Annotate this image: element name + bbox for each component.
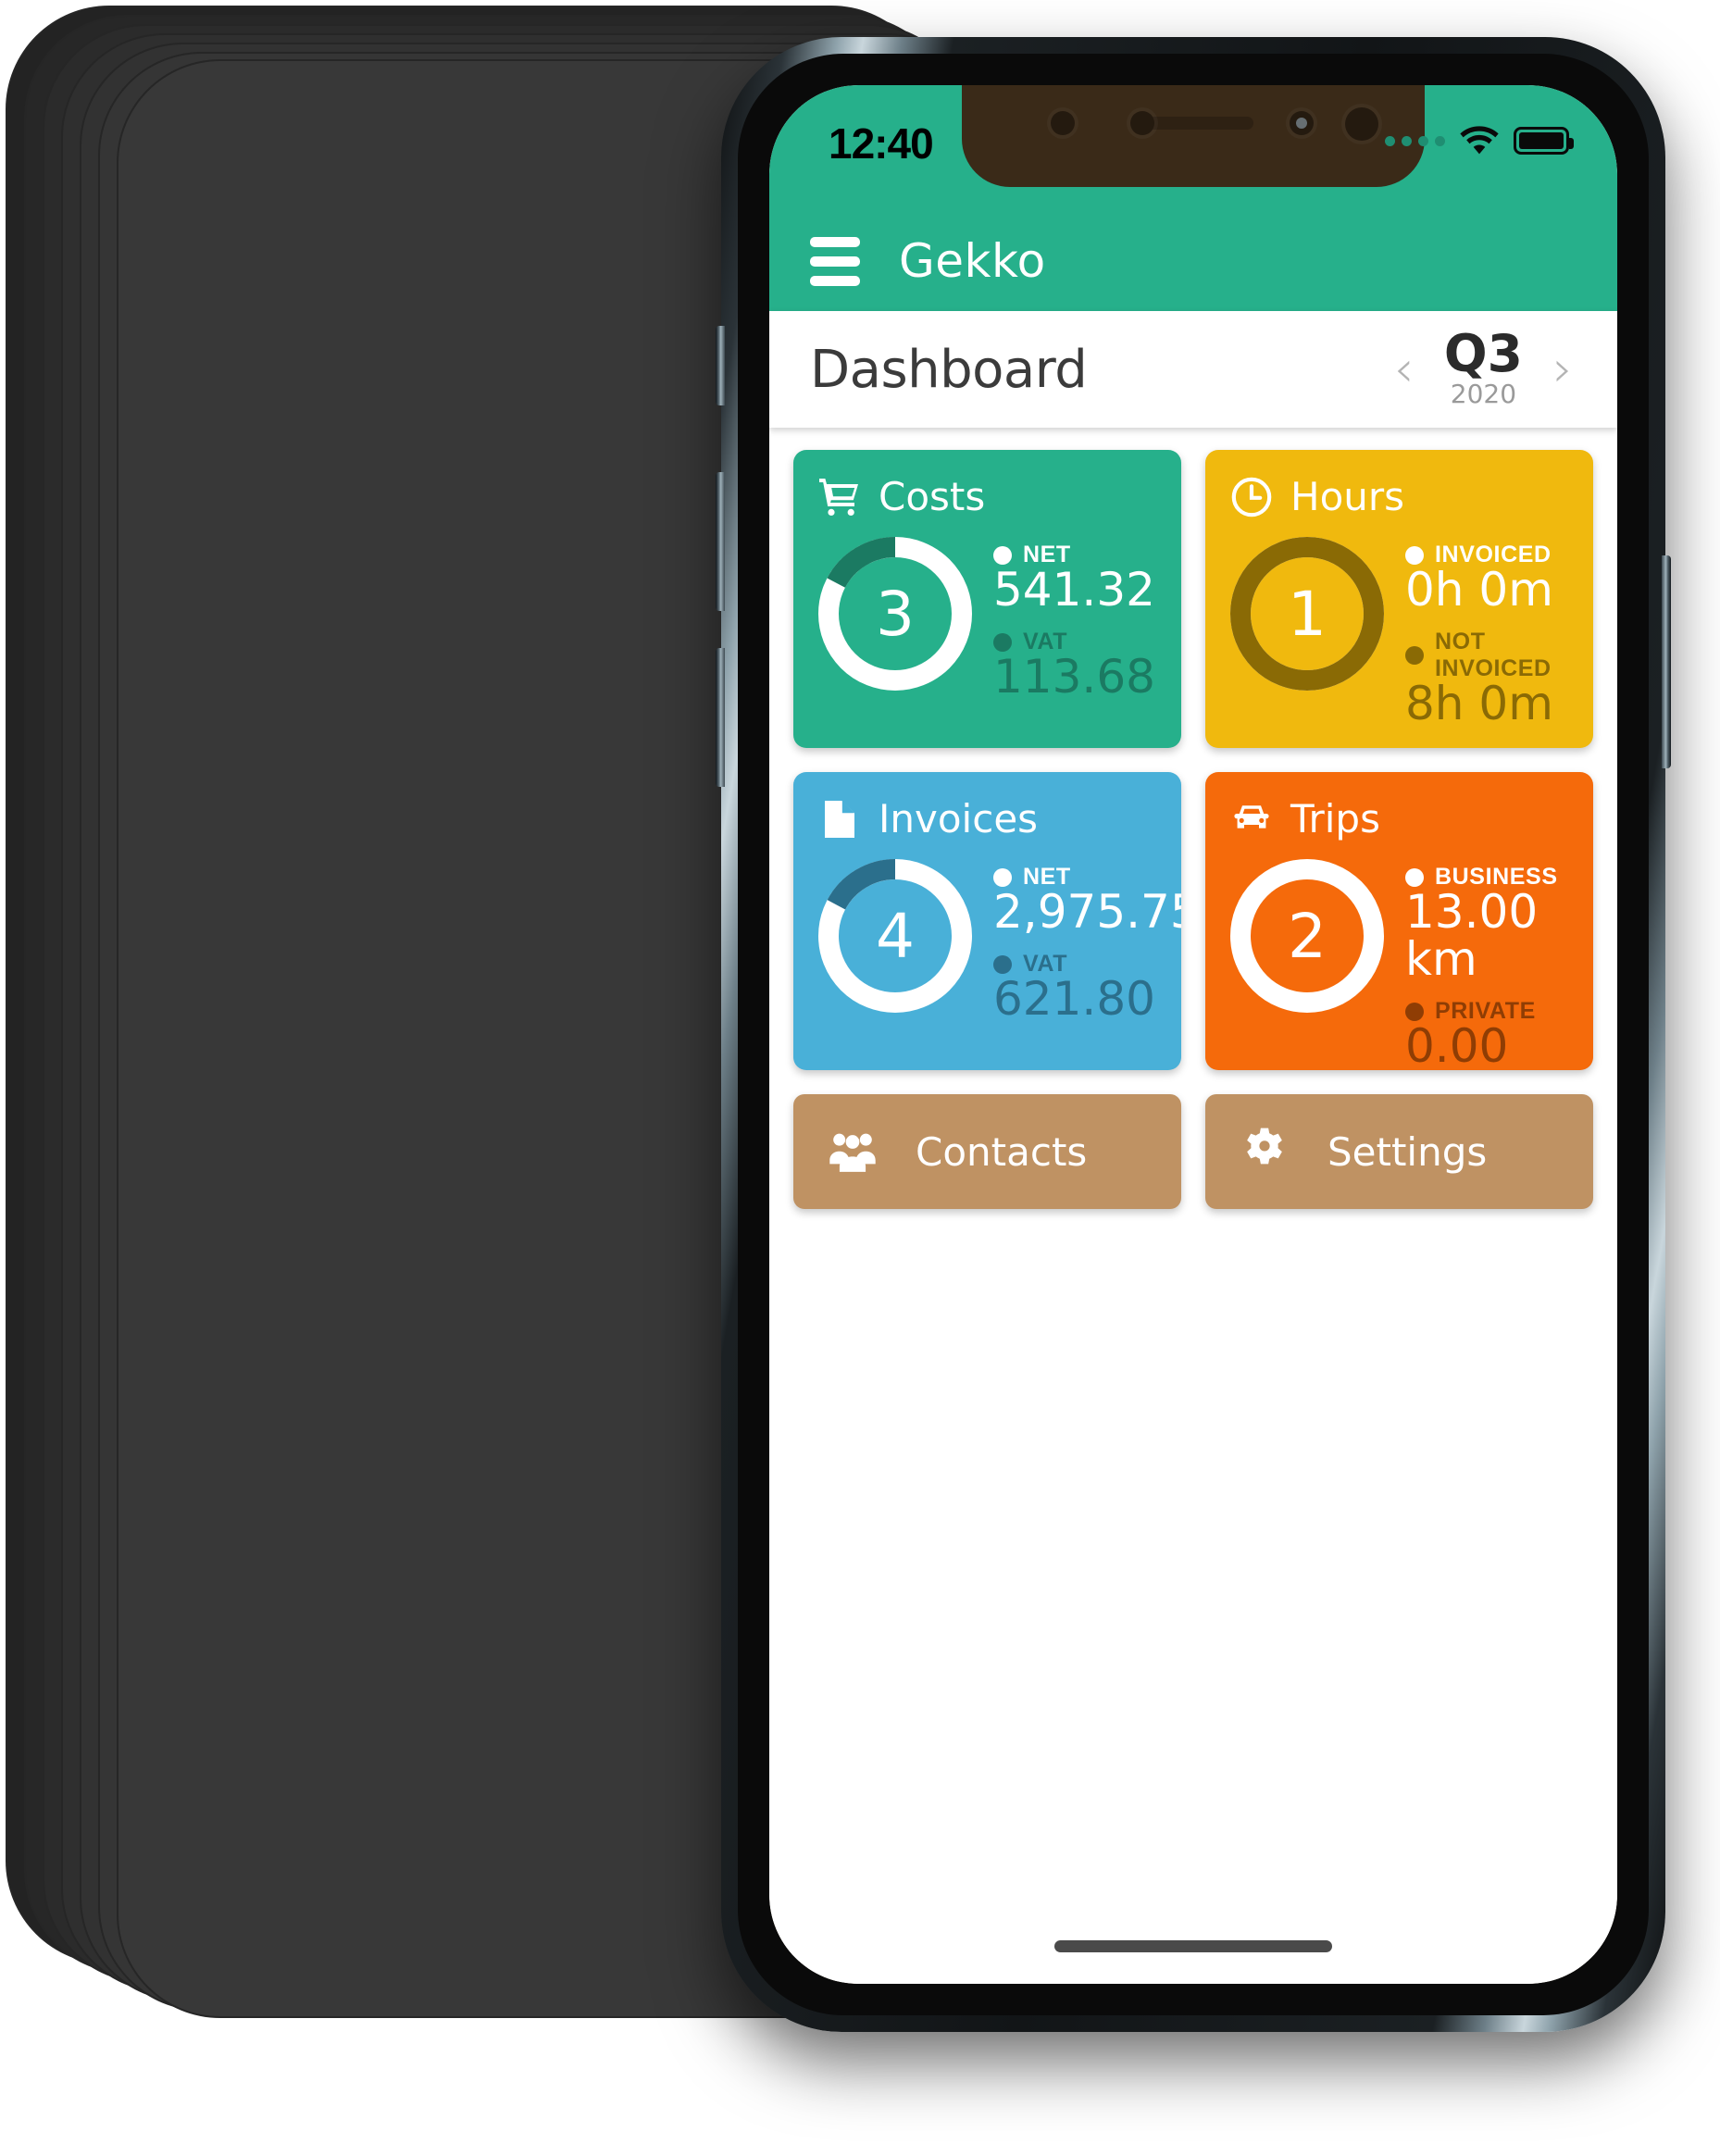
phone-device: 12:40 Gekko Dashboard ‹ Q3 2020 › Costs … [716,37,1671,2032]
summary-card-costs[interactable]: Costs 3 NET 541.32 VAT 113.68 [793,450,1181,748]
card-header-invoices: Invoices [793,772,1181,841]
battery-full-icon [1514,127,1574,155]
people-group-icon [829,1126,877,1178]
volume-down-button[interactable] [716,648,725,787]
card-header-costs: Costs [793,450,1181,519]
card-body-hours: 1 INVOICED 0h 0m NOT INVOICED 8h 0m [1205,519,1593,728]
card-stats-invoices: NET 2,975.75 VAT 621.80 [977,854,1181,1023]
legend-dot-icon [1405,545,1424,565]
summary-card-invoices[interactable]: Invoices 4 NET 2,975.75 VAT 621.80 [793,772,1181,1070]
home-indicator[interactable] [1054,1940,1332,1952]
legend-dot-icon [993,954,1012,974]
donut-count-costs: 3 [876,578,915,650]
phone-screen: 12:40 Gekko Dashboard ‹ Q3 2020 › Costs … [769,85,1617,1984]
card-header-hours: Hours [1205,450,1593,519]
settings-button[interactable]: Settings [1205,1094,1593,1209]
stat-value-costs-1: 113.68 [993,650,1155,704]
wifi-icon [1460,126,1499,155]
dashboard-header: Dashboard ‹ Q3 2020 › [769,311,1617,428]
dashboard-content: Costs 3 NET 541.32 VAT 113.68 Hours 1 INVOICED 0h… [769,428,1617,1984]
shopping-cart-icon [817,475,862,519]
settings-button-label: Settings [1327,1128,1488,1175]
car-icon [1229,797,1274,841]
donut-chart-hours: 1 [1226,532,1389,695]
summary-card-hours[interactable]: Hours 1 INVOICED 0h 0m NOT INVOICED 8h 0m [1205,450,1593,748]
volume-up-button[interactable] [716,472,725,611]
app-bar: Gekko [769,211,1617,311]
stat-label-text: NOT INVOICED [1435,629,1552,681]
card-body-trips: 2 BUSINESS13.00 kmPRIVATE0.00 km [1205,841,1593,1070]
donut-chart-invoices: 4 [814,854,977,1017]
legend-dot-icon [993,867,1012,887]
notch [962,85,1425,187]
donut-count-trips: 2 [1288,900,1327,972]
card-stats-hours: INVOICED 0h 0m NOT INVOICED 8h 0m [1389,532,1593,728]
device-inner-frame: 12:40 Gekko Dashboard ‹ Q3 2020 › Costs … [738,54,1649,2015]
card-title: Costs [879,474,986,519]
card-title: Hours [1290,474,1405,519]
donut-count-invoices: 4 [876,900,915,972]
stat-value-invoices-0: 2,975.75 [993,885,1181,939]
stat-value-hours-0: 0h 0m [1405,563,1553,617]
document-icon [817,797,862,841]
proximity-sensor-icon [1345,107,1378,141]
quick-action-row: Contacts Settings [793,1094,1593,1209]
period-selector: ‹ Q3 2020 › [1390,324,1577,409]
chevron-right-icon[interactable]: › [1549,344,1577,394]
status-bar-indicators [1385,126,1574,156]
period-year: 2020 [1450,379,1517,409]
legend-dot-icon [1405,867,1424,887]
legend-dot-icon [993,632,1012,652]
card-body-invoices: 4 NET 2,975.75 VAT 621.80 [793,841,1181,1023]
chevron-left-icon[interactable]: ‹ [1390,344,1418,394]
legend-dot-icon [993,545,1012,565]
front-camera-icon [1290,111,1314,135]
device-bezel: 12:40 Gekko Dashboard ‹ Q3 2020 › Costs … [769,85,1617,1984]
mute-switch-button[interactable] [716,326,725,405]
contacts-button-label: Contacts [916,1128,1088,1175]
donut-chart-trips: 2 [1226,854,1389,1017]
stat-label-hours-1: NOT INVOICED [1405,629,1593,682]
status-bar: 12:40 [769,85,1617,211]
card-stats-costs: NET 541.32 VAT 113.68 [977,532,1155,701]
status-bar-time: 12:40 [829,119,934,168]
stat-value-trips-1: 0.00 km [1405,1019,1509,1071]
app-title: Gekko [899,234,1046,288]
donut-chart-costs: 3 [814,532,977,695]
summary-card-trips[interactable]: Trips 2 BUSINESS13.00 kmPRIVATE0.00 km [1205,772,1593,1070]
donut-count-hours: 1 [1288,578,1327,650]
stat-value-invoices-1: 621.80 [993,972,1155,1026]
legend-dot-icon [1405,646,1424,665]
card-title: Invoices [879,796,1039,841]
page-title: Dashboard [810,339,1088,400]
power-button[interactable] [1662,555,1671,768]
legend-dot-icon [1405,1002,1424,1021]
period-quarter: Q3 [1443,324,1523,384]
gear-icon [1240,1126,1289,1178]
clock-icon [1229,475,1274,519]
card-header-trips: Trips [1205,772,1593,841]
period-value[interactable]: Q3 2020 [1432,324,1534,409]
card-body-costs: 3 NET 541.32 VAT 113.68 [793,519,1181,701]
summary-card-grid: Costs 3 NET 541.32 VAT 113.68 Hours 1 INVOICED 0h… [793,450,1593,1070]
stat-value-trips-0: 13.00 km [1405,885,1539,986]
hamburger-menu-icon[interactable] [810,236,860,286]
stat-value-hours-1: 8h 0m [1405,677,1553,730]
sensor-icon [1130,111,1154,135]
sensor-icon [1051,111,1075,135]
signal-dots-icon [1385,135,1445,146]
card-title: Trips [1290,796,1380,841]
contacts-button[interactable]: Contacts [793,1094,1181,1209]
stat-value-costs-0: 541.32 [993,563,1155,617]
card-stats-trips: BUSINESS13.00 kmPRIVATE0.00 km [1389,854,1593,1070]
